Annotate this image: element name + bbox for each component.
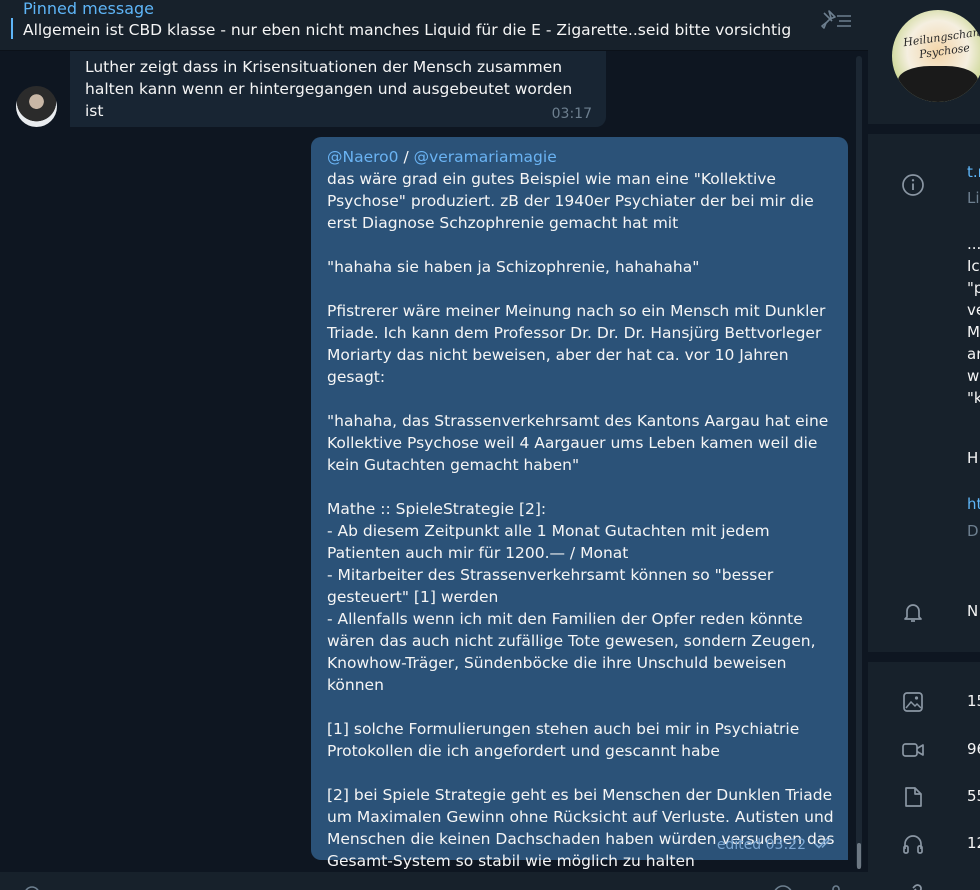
info-icon <box>902 174 924 196</box>
mention-link[interactable]: @Naero0 <box>327 148 399 166</box>
channel-avatar[interactable]: Heilungschance Psychose <box>892 10 980 102</box>
description-line: w <box>967 367 980 385</box>
pinned-indicator <box>11 18 13 39</box>
description-line: M <box>967 323 980 341</box>
message-meta: edited 03:22 <box>717 836 836 854</box>
pinned-message-bar[interactable]: Pinned message Allgemein ist CBD klasse … <box>0 0 868 51</box>
outgoing-message-text: @Naero0 / @veramariamagie das wäre grad … <box>327 146 839 872</box>
mention-separator: / <box>398 148 414 166</box>
channel-info-panel: Heilungschance Psychose t.m Li ... Ic "p… <box>868 0 980 890</box>
description-line: ... <box>967 235 980 253</box>
photos-count[interactable]: 15 <box>967 692 980 710</box>
chat-area: Die Geschichte wie im Fall des Absolutis… <box>0 0 868 890</box>
avatar-logo-text: Heilungschance Psychose <box>902 24 980 64</box>
description-link[interactable]: ht <box>967 495 980 513</box>
incoming-message-time: 03:17 <box>551 106 592 122</box>
video-icon <box>902 743 924 757</box>
scrollbar-thumb[interactable] <box>857 843 861 869</box>
pinned-list-icon[interactable] <box>818 8 854 34</box>
message-composer[interactable] <box>0 872 868 890</box>
audio-count[interactable]: 12 <box>967 834 980 852</box>
double-check-icon <box>814 836 836 854</box>
description-line: ve <box>967 301 980 319</box>
incoming-line: Luther zeigt dass in Krisensituationen d… <box>85 58 563 76</box>
photo-icon <box>903 692 923 712</box>
bell-icon <box>904 604 922 622</box>
description-line: H <box>967 449 979 467</box>
pinned-title: Pinned message <box>23 0 155 18</box>
channel-link-label: Li <box>967 189 980 207</box>
files-count[interactable]: 55 <box>967 787 980 805</box>
description-label: D <box>967 522 979 540</box>
panel-divider <box>868 124 980 134</box>
panel-divider <box>868 652 980 662</box>
emoji-icon[interactable] <box>772 884 794 890</box>
audio-icon <box>903 835 923 854</box>
pinned-text: Allgemein ist CBD klasse - nur eben nich… <box>23 21 792 39</box>
scrollbar-track[interactable] <box>856 56 862 868</box>
description-line: ar <box>967 345 980 363</box>
edited-time: edited 03:22 <box>716 837 806 853</box>
channel-link[interactable]: t.m <box>967 163 980 181</box>
mention-link[interactable]: @veramariamagie <box>414 148 557 166</box>
avatar-silhouette <box>898 66 978 102</box>
notifications-label[interactable]: N <box>967 602 978 620</box>
description-line: "k <box>967 389 980 407</box>
sender-avatar[interactable] <box>16 86 57 127</box>
videos-count[interactable]: 96 <box>967 740 980 758</box>
attach-icon[interactable] <box>22 884 42 890</box>
description-line: "p <box>967 279 980 297</box>
description-line: Ic <box>967 257 980 275</box>
outgoing-message[interactable]: @Naero0 / @veramariamagie das wäre grad … <box>311 137 848 870</box>
message-body: das wäre grad ein gutes Beispiel wie man… <box>327 170 835 870</box>
file-icon <box>905 787 922 807</box>
incoming-line: halten kann wenn er hintergegangen und a… <box>85 80 573 120</box>
link-icon <box>912 884 922 890</box>
microphone-icon[interactable] <box>828 884 844 890</box>
